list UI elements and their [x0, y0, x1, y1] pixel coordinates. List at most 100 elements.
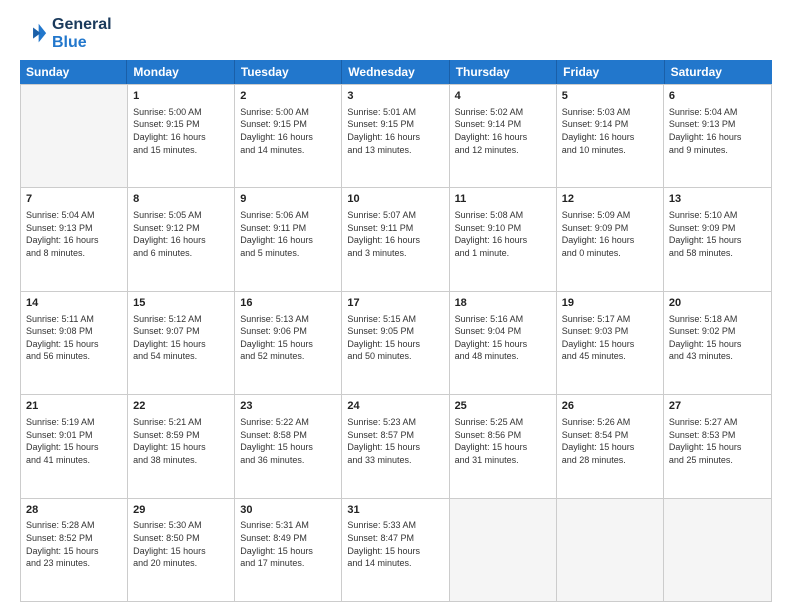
calendar-cell: 12 Sunrise: 5:09 AM Sunset: 9:09 PM Dayli…	[557, 188, 664, 290]
weekday-header: Thursday	[450, 60, 557, 84]
logo-text: General Blue	[52, 16, 112, 52]
cell-info: Sunrise: 5:04 AM Sunset: 9:13 PM Dayligh…	[26, 209, 122, 259]
calendar-cell: 22 Sunrise: 5:21 AM Sunset: 8:59 PM Dayli…	[128, 395, 235, 497]
day-number: 7	[26, 192, 122, 207]
calendar-cell	[557, 499, 664, 601]
cell-info: Sunrise: 5:26 AM Sunset: 8:54 PM Dayligh…	[562, 416, 658, 466]
calendar-cell: 15 Sunrise: 5:12 AM Sunset: 9:07 PM Dayli…	[128, 292, 235, 394]
day-number: 5	[562, 89, 658, 104]
calendar-body: 1Sunrise: 5:00 AM Sunset: 9:15 PM Daylig…	[20, 84, 772, 602]
calendar-cell: 21Sunrise: 5:19 AM Sunset: 9:01 PM Dayli…	[21, 395, 128, 497]
calendar-cell: 31Sunrise: 5:33 AM Sunset: 8:47 PM Dayli…	[342, 499, 449, 601]
cell-info: Sunrise: 5:17 AM Sunset: 9:03 PM Dayligh…	[562, 313, 658, 363]
day-number: 31	[347, 503, 443, 518]
cell-info: Sunrise: 5:09 AM Sunset: 9:09 PM Dayligh…	[562, 209, 658, 259]
day-number: 13	[669, 192, 766, 207]
cell-info: Sunrise: 5:15 AM Sunset: 9:05 PM Dayligh…	[347, 313, 443, 363]
calendar-cell: 23 Sunrise: 5:22 AM Sunset: 8:58 PM Dayli…	[235, 395, 342, 497]
calendar-cell: 6 Sunrise: 5:04 AM Sunset: 9:13 PM Daylig…	[664, 85, 771, 187]
weekday-header: Friday	[557, 60, 664, 84]
day-number: 26	[562, 399, 658, 414]
day-number: 4	[455, 89, 551, 104]
cell-info: Sunrise: 5:10 AM Sunset: 9:09 PM Dayligh…	[669, 209, 766, 259]
calendar-cell: 8 Sunrise: 5:05 AM Sunset: 9:12 PM Daylig…	[128, 188, 235, 290]
cell-info: Sunrise: 5:03 AM Sunset: 9:14 PM Dayligh…	[562, 106, 658, 156]
day-number: 8	[133, 192, 229, 207]
calendar-cell: 5 Sunrise: 5:03 AM Sunset: 9:14 PM Daylig…	[557, 85, 664, 187]
cell-info: Sunrise: 5:06 AM Sunset: 9:11 PM Dayligh…	[240, 209, 336, 259]
cell-info: Sunrise: 5:21 AM Sunset: 8:59 PM Dayligh…	[133, 416, 229, 466]
calendar-cell: 30Sunrise: 5:31 AM Sunset: 8:49 PM Dayli…	[235, 499, 342, 601]
calendar-week: 1Sunrise: 5:00 AM Sunset: 9:15 PM Daylig…	[21, 84, 771, 187]
weekday-header: Saturday	[665, 60, 772, 84]
calendar-cell: 18 Sunrise: 5:16 AM Sunset: 9:04 PM Dayli…	[450, 292, 557, 394]
day-number: 25	[455, 399, 551, 414]
calendar-cell: 13 Sunrise: 5:10 AM Sunset: 9:09 PM Dayli…	[664, 188, 771, 290]
day-number: 15	[133, 296, 229, 311]
day-number: 28	[26, 503, 122, 518]
calendar-cell: 2Sunrise: 5:00 AM Sunset: 9:15 PM Daylig…	[235, 85, 342, 187]
calendar-cell: 27Sunrise: 5:27 AM Sunset: 8:53 PM Dayli…	[664, 395, 771, 497]
day-number: 17	[347, 296, 443, 311]
day-number: 3	[347, 89, 443, 104]
calendar-cell: 7 Sunrise: 5:04 AM Sunset: 9:13 PM Daylig…	[21, 188, 128, 290]
calendar-cell: 14Sunrise: 5:11 AM Sunset: 9:08 PM Dayli…	[21, 292, 128, 394]
day-number: 11	[455, 192, 551, 207]
logo-icon	[20, 20, 48, 48]
day-number: 2	[240, 89, 336, 104]
weekday-header: Monday	[127, 60, 234, 84]
calendar-cell: 19 Sunrise: 5:17 AM Sunset: 9:03 PM Dayli…	[557, 292, 664, 394]
day-number: 19	[562, 296, 658, 311]
header: General Blue	[20, 16, 772, 52]
day-number: 16	[240, 296, 336, 311]
cell-info: Sunrise: 5:12 AM Sunset: 9:07 PM Dayligh…	[133, 313, 229, 363]
cell-info: Sunrise: 5:16 AM Sunset: 9:04 PM Dayligh…	[455, 313, 551, 363]
cell-info: Sunrise: 5:22 AM Sunset: 8:58 PM Dayligh…	[240, 416, 336, 466]
calendar-cell: 10Sunrise: 5:07 AM Sunset: 9:11 PM Dayli…	[342, 188, 449, 290]
cell-info: Sunrise: 5:08 AM Sunset: 9:10 PM Dayligh…	[455, 209, 551, 259]
calendar-week: 7 Sunrise: 5:04 AM Sunset: 9:13 PM Daylig…	[21, 187, 771, 290]
calendar-cell: 3 Sunrise: 5:01 AM Sunset: 9:15 PM Daylig…	[342, 85, 449, 187]
calendar: SundayMondayTuesdayWednesdayThursdayFrid…	[20, 60, 772, 602]
calendar-week: 28Sunrise: 5:28 AM Sunset: 8:52 PM Dayli…	[21, 498, 771, 601]
calendar-cell: 17 Sunrise: 5:15 AM Sunset: 9:05 PM Dayli…	[342, 292, 449, 394]
day-number: 29	[133, 503, 229, 518]
calendar-week: 21Sunrise: 5:19 AM Sunset: 9:01 PM Dayli…	[21, 394, 771, 497]
cell-info: Sunrise: 5:01 AM Sunset: 9:15 PM Dayligh…	[347, 106, 443, 156]
calendar-cell	[21, 85, 128, 187]
cell-info: Sunrise: 5:28 AM Sunset: 8:52 PM Dayligh…	[26, 519, 122, 569]
calendar-week: 14Sunrise: 5:11 AM Sunset: 9:08 PM Dayli…	[21, 291, 771, 394]
cell-info: Sunrise: 5:27 AM Sunset: 8:53 PM Dayligh…	[669, 416, 766, 466]
day-number: 24	[347, 399, 443, 414]
day-number: 23	[240, 399, 336, 414]
page: General Blue SundayMondayTuesdayWednesda…	[0, 0, 792, 612]
calendar-cell	[664, 499, 771, 601]
cell-info: Sunrise: 5:11 AM Sunset: 9:08 PM Dayligh…	[26, 313, 122, 363]
calendar-cell: 29Sunrise: 5:30 AM Sunset: 8:50 PM Dayli…	[128, 499, 235, 601]
calendar-cell: 28Sunrise: 5:28 AM Sunset: 8:52 PM Dayli…	[21, 499, 128, 601]
cell-info: Sunrise: 5:05 AM Sunset: 9:12 PM Dayligh…	[133, 209, 229, 259]
day-number: 9	[240, 192, 336, 207]
cell-info: Sunrise: 5:04 AM Sunset: 9:13 PM Dayligh…	[669, 106, 766, 156]
cell-info: Sunrise: 5:23 AM Sunset: 8:57 PM Dayligh…	[347, 416, 443, 466]
cell-info: Sunrise: 5:02 AM Sunset: 9:14 PM Dayligh…	[455, 106, 551, 156]
day-number: 21	[26, 399, 122, 414]
day-number: 10	[347, 192, 443, 207]
day-number: 30	[240, 503, 336, 518]
calendar-cell: 24 Sunrise: 5:23 AM Sunset: 8:57 PM Dayli…	[342, 395, 449, 497]
day-number: 6	[669, 89, 766, 104]
day-number: 18	[455, 296, 551, 311]
calendar-cell	[450, 499, 557, 601]
cell-info: Sunrise: 5:30 AM Sunset: 8:50 PM Dayligh…	[133, 519, 229, 569]
cell-info: Sunrise: 5:13 AM Sunset: 9:06 PM Dayligh…	[240, 313, 336, 363]
calendar-header: SundayMondayTuesdayWednesdayThursdayFrid…	[20, 60, 772, 84]
calendar-cell: 1Sunrise: 5:00 AM Sunset: 9:15 PM Daylig…	[128, 85, 235, 187]
weekday-header: Tuesday	[235, 60, 342, 84]
day-number: 22	[133, 399, 229, 414]
calendar-cell: 9 Sunrise: 5:06 AM Sunset: 9:11 PM Daylig…	[235, 188, 342, 290]
cell-info: Sunrise: 5:25 AM Sunset: 8:56 PM Dayligh…	[455, 416, 551, 466]
day-number: 12	[562, 192, 658, 207]
day-number: 1	[133, 89, 229, 104]
logo: General Blue	[20, 16, 112, 52]
calendar-cell: 20Sunrise: 5:18 AM Sunset: 9:02 PM Dayli…	[664, 292, 771, 394]
